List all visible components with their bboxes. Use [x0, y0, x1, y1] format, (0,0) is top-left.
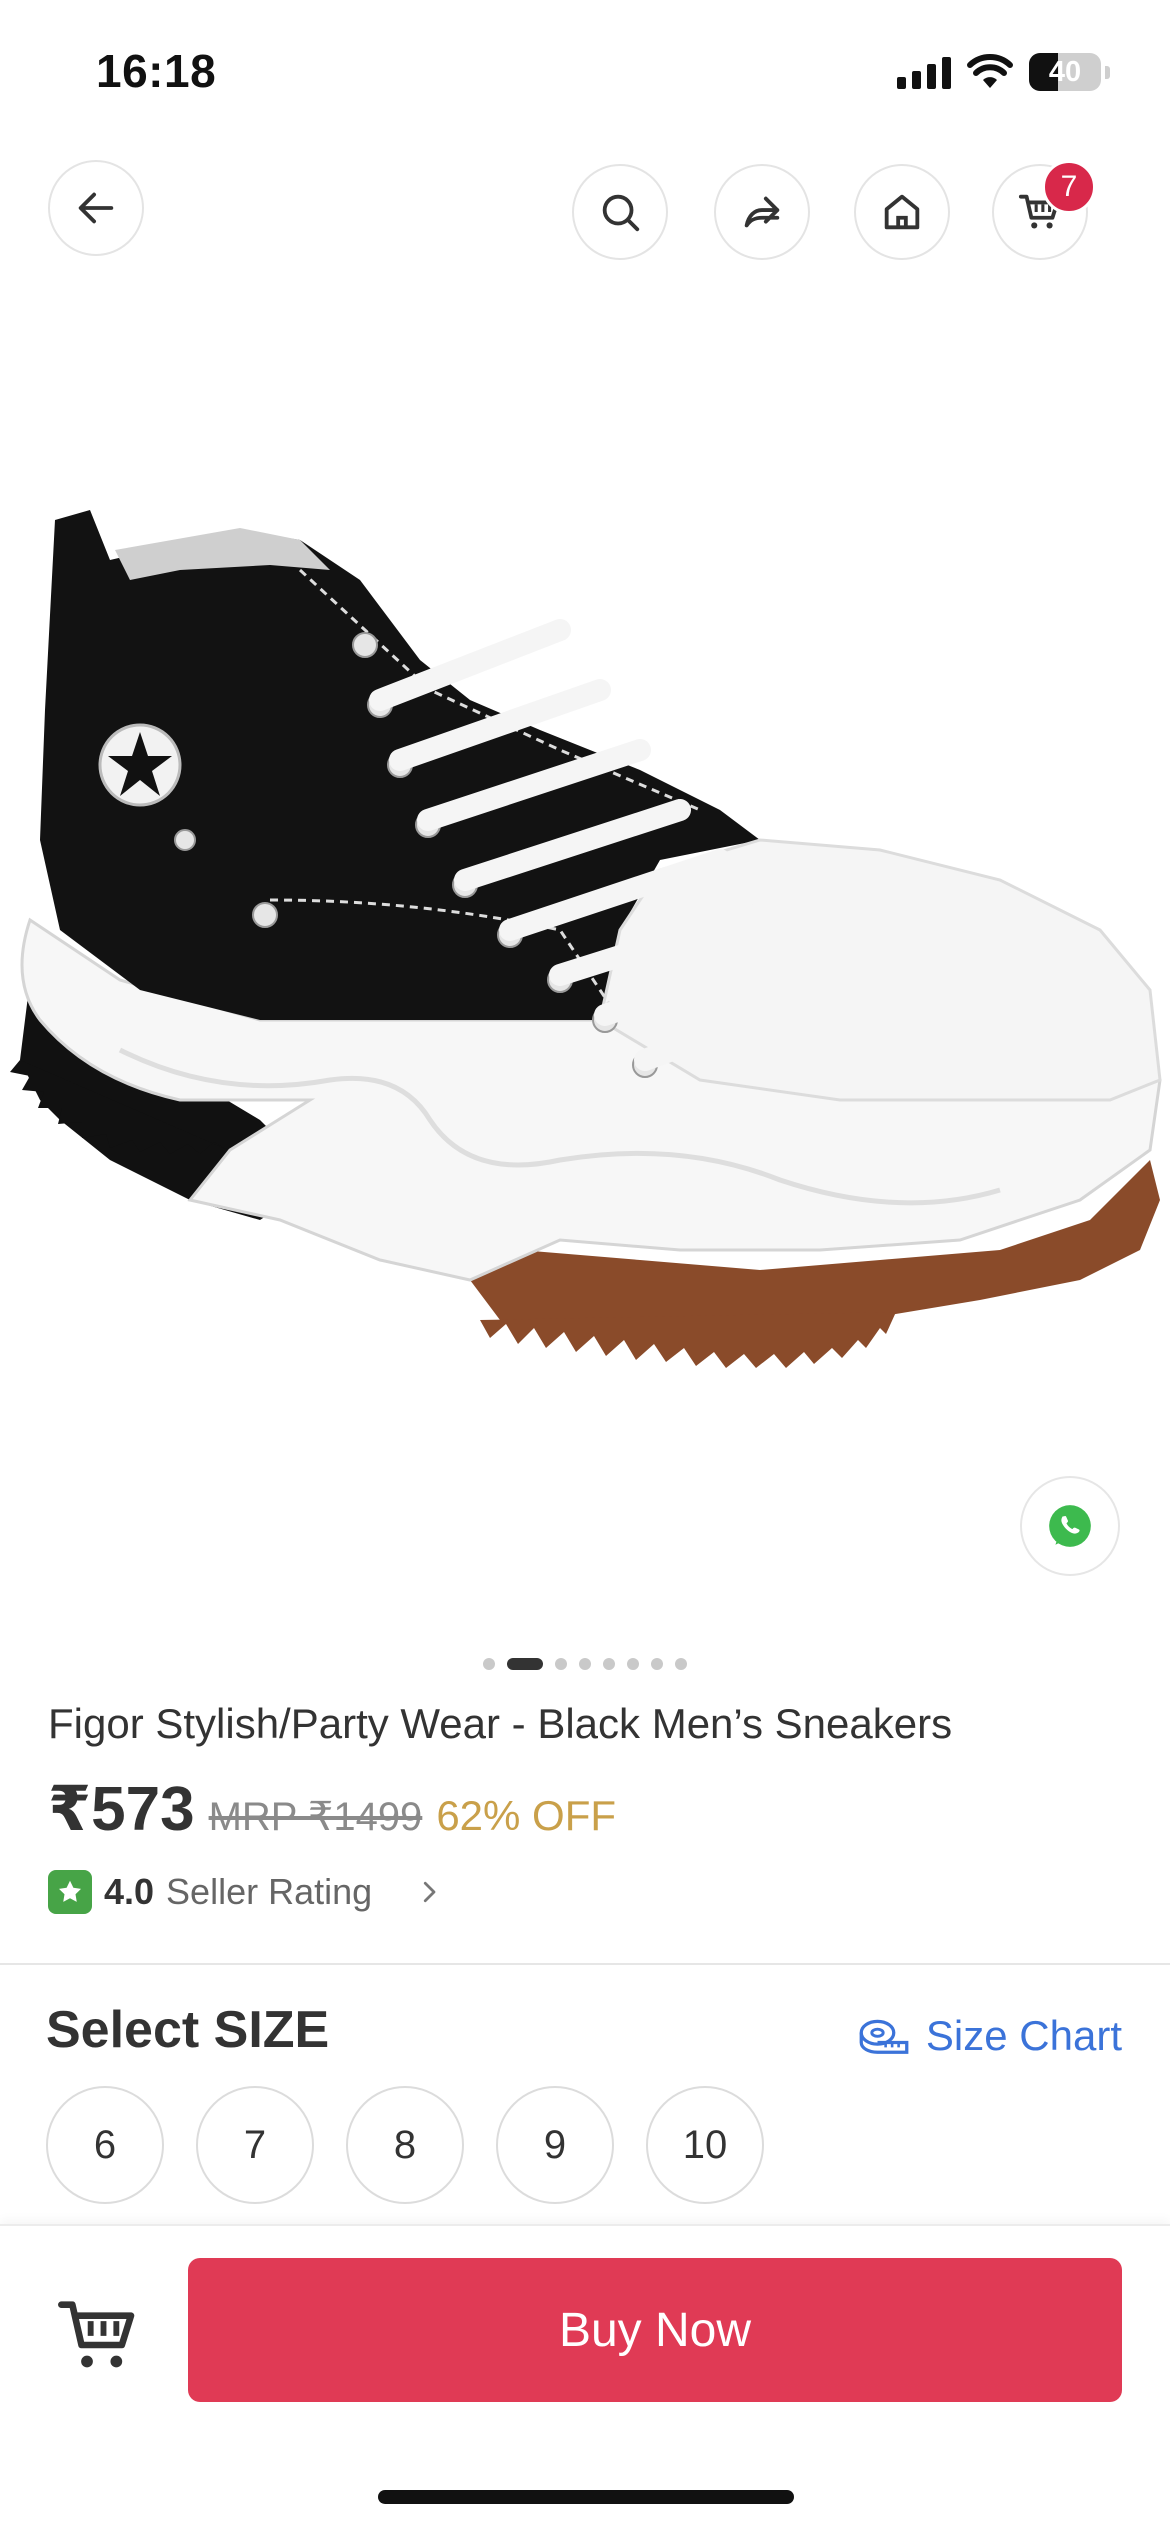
cart-button[interactable]: 7	[992, 160, 1096, 260]
rating-value: 4.0	[104, 1871, 155, 1912]
discount-label: 62% OFF	[436, 1792, 617, 1839]
status-icons: 40	[897, 50, 1110, 94]
home-indicator[interactable]	[378, 2490, 794, 2504]
product-title: Figor Stylish/Party Wear - Black Men’s S…	[48, 1700, 953, 1747]
battery-level: 40	[1048, 55, 1082, 88]
arrow-left-icon	[78, 192, 114, 224]
wifi-icon	[967, 54, 1013, 88]
measuring-tape-icon	[859, 2019, 909, 2054]
size-option-8[interactable]: 8	[346, 2086, 464, 2204]
cart-icon	[58, 2301, 135, 2368]
share-icon	[744, 196, 780, 228]
carousel-dot[interactable]	[603, 1658, 615, 1670]
mrp-price: MRP ₹1499	[208, 1795, 423, 1839]
size-options: 6 7 8 9 10	[46, 2086, 764, 2204]
whatsapp-share-button[interactable]	[1020, 1476, 1120, 1576]
size-option-7[interactable]: 7	[196, 2086, 314, 2204]
search-icon	[602, 194, 640, 232]
bottom-action-bar: Buy Now	[0, 2224, 1170, 2532]
status-bar: 16:18 40	[0, 0, 1170, 140]
rating-label: Seller Rating	[166, 1871, 373, 1912]
section-divider	[0, 1963, 1170, 1965]
select-size-heading: Select SIZE	[46, 2001, 330, 2059]
carousel-dot[interactable]	[555, 1658, 567, 1670]
home-icon	[884, 194, 920, 230]
price-row: ₹573 MRP ₹1499 62% OFF	[48, 1772, 616, 1845]
size-chart-label: Size Chart	[925, 2012, 1122, 2059]
selling-price: ₹573	[48, 1775, 195, 1844]
carousel-dot-active[interactable]	[507, 1658, 543, 1670]
seller-rating-row[interactable]: 4.0 Seller Rating	[48, 1870, 444, 1914]
whatsapp-icon	[1049, 1505, 1091, 1547]
add-to-cart-button[interactable]	[50, 2286, 146, 2382]
size-chart-link[interactable]: Size Chart	[858, 2012, 1122, 2060]
image-carousel-indicator	[0, 1658, 1170, 1670]
home-button[interactable]	[854, 164, 950, 260]
cart-count-badge: 7	[1042, 160, 1096, 214]
carousel-dot[interactable]	[675, 1658, 687, 1670]
carousel-dot[interactable]	[483, 1658, 495, 1670]
size-option-6[interactable]: 6	[46, 2086, 164, 2204]
carousel-dot[interactable]	[651, 1658, 663, 1670]
share-button[interactable]	[714, 164, 810, 260]
back-button[interactable]	[48, 160, 144, 256]
buy-now-button[interactable]: Buy Now	[188, 2258, 1122, 2402]
battery-icon: 40	[1029, 53, 1101, 91]
size-option-10[interactable]: 10	[646, 2086, 764, 2204]
signal-icon	[897, 55, 951, 89]
status-time: 16:18	[96, 45, 217, 97]
size-option-9[interactable]: 9	[496, 2086, 614, 2204]
star-icon	[48, 1870, 92, 1914]
carousel-dot[interactable]	[579, 1658, 591, 1670]
chevron-right-icon	[424, 1881, 436, 1903]
product-image[interactable]	[0, 460, 1170, 1420]
search-button[interactable]	[572, 164, 668, 260]
carousel-dot[interactable]	[627, 1658, 639, 1670]
